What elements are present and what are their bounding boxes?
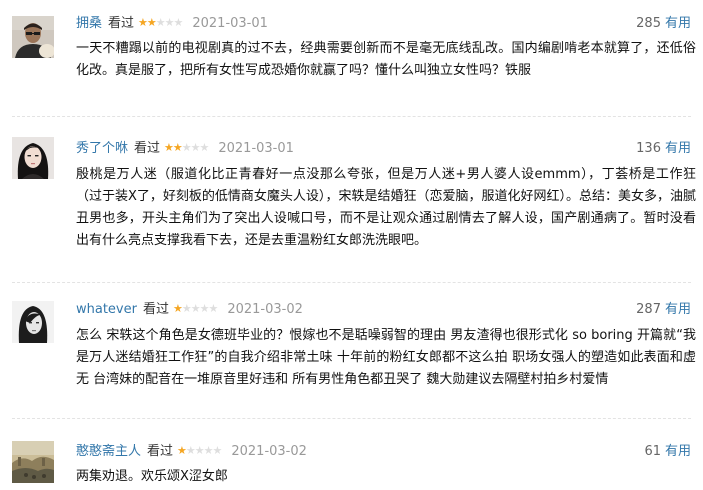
- useful-button[interactable]: 有用: [665, 444, 691, 459]
- star-empty-icon: ★★★: [155, 16, 184, 29]
- user-avatar[interactable]: [12, 441, 54, 483]
- watch-status: 看过: [108, 16, 135, 31]
- user-avatar[interactable]: [12, 301, 54, 343]
- review-content: 怎么 宋轶这个角色是女德班毕业的？恨嫁也不是聒噪弱智的理由 男友渣得也很形式化 …: [76, 328, 696, 387]
- avatar-woman-bw-icon: [12, 301, 54, 343]
- avatar-landscape-painting-icon: [12, 441, 54, 483]
- vote-area: 285 有用: [636, 14, 691, 34]
- star-filled-icon: ★★: [138, 16, 157, 29]
- rating-stars: ★★★★★: [164, 141, 210, 154]
- review-content: 殷桃是万人迷（服道化比正青春好一点没那么夸张，但是万人迷+男人婆人设emmm），…: [76, 167, 696, 248]
- review-meta: 拥桑 看过 ★★★★★ 2021-03-01: [76, 14, 268, 34]
- review-meta: 憨憨斋主人 看过 ★★★★★ 2021-03-02: [76, 442, 307, 462]
- review-date: 2021-03-01: [192, 16, 268, 31]
- useful-button[interactable]: 有用: [665, 141, 691, 156]
- avatar-woman-portrait-icon: [12, 137, 54, 179]
- review-content: 两集劝退。欢乐颂X涩女郎: [76, 469, 228, 484]
- star-filled-icon: ★★: [164, 141, 183, 154]
- user-avatar[interactable]: [12, 137, 54, 179]
- username-link[interactable]: 憨憨斋主人: [76, 444, 141, 459]
- username-link[interactable]: whatever: [76, 302, 137, 317]
- watch-status: 看过: [147, 444, 174, 459]
- star-empty-icon: ★★★★: [181, 302, 218, 315]
- avatar-man-glasses-icon: [12, 16, 54, 58]
- username-link[interactable]: 秀了个咻: [76, 141, 128, 156]
- review-date: 2021-03-01: [218, 141, 294, 156]
- review-date: 2021-03-02: [227, 302, 303, 317]
- review-meta: whatever 看过 ★★★★★ 2021-03-02: [76, 300, 303, 320]
- vote-count: 61: [644, 444, 661, 459]
- rating-stars: ★★★★★: [138, 16, 184, 29]
- review-date: 2021-03-02: [231, 444, 307, 459]
- star-empty-icon: ★★★★: [185, 444, 222, 457]
- star-filled-icon: ★: [177, 444, 187, 457]
- user-avatar[interactable]: [12, 16, 54, 58]
- vote-count: 136: [636, 141, 661, 156]
- watch-status: 看过: [142, 302, 169, 317]
- vote-area: 61 有用: [644, 442, 691, 462]
- useful-button[interactable]: 有用: [665, 16, 691, 31]
- review-content: 一天不糟蹋以前的电视剧真的过不去，经典需要创新而不是毫无底线乱改。国内编剧啃老本…: [76, 41, 696, 78]
- watch-status: 看过: [134, 141, 161, 156]
- rating-stars: ★★★★★: [173, 302, 218, 315]
- star-empty-icon: ★★★: [181, 141, 210, 154]
- vote-count: 285: [636, 16, 661, 31]
- useful-button[interactable]: 有用: [665, 302, 691, 317]
- divider: [12, 418, 691, 419]
- divider: [12, 282, 691, 283]
- divider: [12, 116, 691, 117]
- review-meta: 秀了个咻 看过 ★★★★★ 2021-03-01: [76, 139, 294, 159]
- vote-area: 136 有用: [636, 139, 691, 159]
- star-filled-icon: ★: [173, 302, 183, 315]
- rating-stars: ★★★★★: [177, 444, 222, 457]
- vote-count: 287: [636, 302, 661, 317]
- username-link[interactable]: 拥桑: [76, 16, 102, 31]
- vote-area: 287 有用: [636, 300, 691, 320]
